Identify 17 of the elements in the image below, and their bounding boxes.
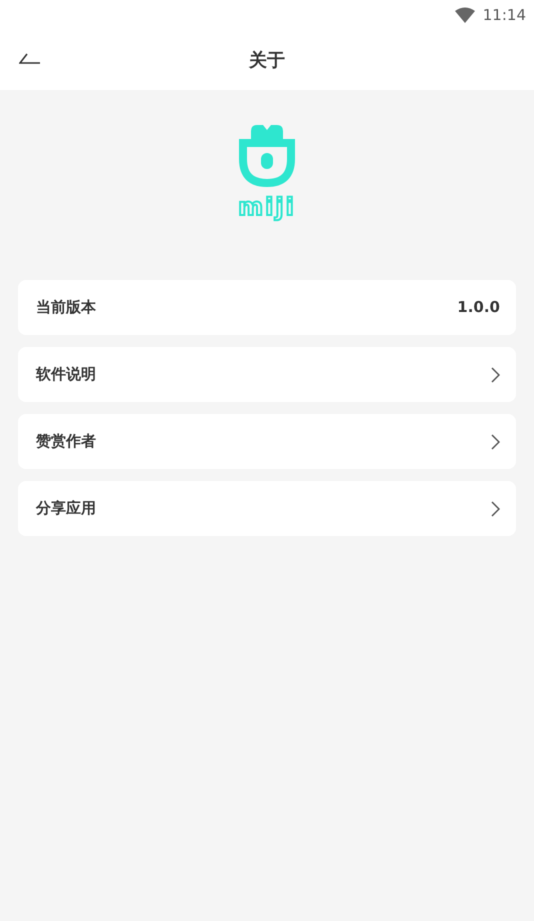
menu-item[interactable]: 软件说明: [18, 347, 516, 402]
menu-item[interactable]: 分享应用: [18, 481, 516, 536]
row-label: 软件说明: [36, 364, 96, 386]
menu-item[interactable]: 赞赏作者: [18, 414, 516, 469]
logo-wordmark: miji: [238, 195, 296, 219]
chevron-right-icon: [491, 500, 500, 516]
row-label: 当前版本: [36, 297, 96, 318]
page-title: 关于: [249, 50, 285, 70]
row-label: 赞赏作者: [36, 431, 96, 452]
back-icon[interactable]: [19, 53, 41, 65]
row-label: 分享应用: [36, 498, 96, 520]
wifi-icon: [454, 7, 475, 23]
lock-logo-icon: [239, 123, 295, 187]
chevron-right-icon: [491, 434, 500, 450]
version-value: 1.0.0: [457, 297, 500, 318]
chevron-right-icon: [491, 366, 500, 382]
clock-time: 11:14: [482, 4, 526, 26]
